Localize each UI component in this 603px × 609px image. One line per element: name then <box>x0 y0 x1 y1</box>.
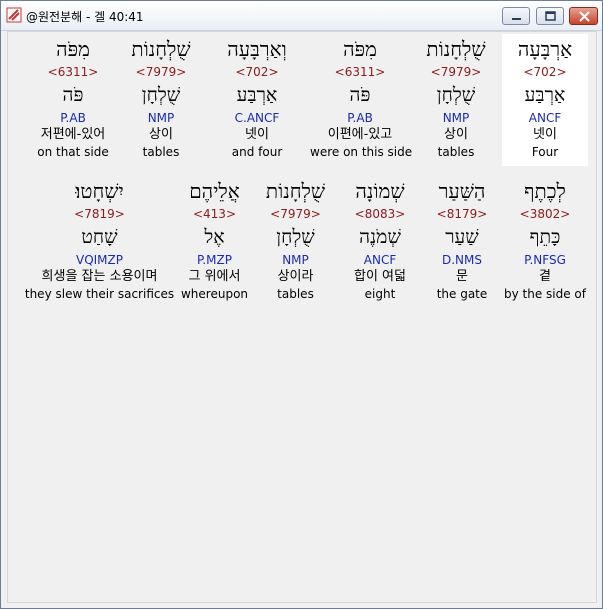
korean-gloss: 상이라 <box>277 269 314 284</box>
morphology-code: NMP <box>147 111 175 125</box>
morphology-code: P.AB <box>60 111 86 125</box>
english-gloss: whereupon <box>180 287 249 301</box>
hebrew-word: לְכֶתֶף <box>524 179 566 203</box>
english-gloss: the gate <box>436 287 488 301</box>
strong-number[interactable]: <7979> <box>253 206 338 222</box>
korean-gloss: 이편에-있고 <box>327 127 393 142</box>
hebrew-word: מִפֹּה <box>343 37 377 61</box>
word-column[interactable]: אַרְבָּעָה <702> אַרְבַּע ANCF 넷이 Four <box>502 34 588 166</box>
close-button[interactable] <box>569 7 598 25</box>
english-gloss: eight <box>364 287 396 301</box>
morphology-code: P.NFSG <box>524 253 566 267</box>
title-bar[interactable]: @원전분해 - 겔 40:41 <box>1 1 602 31</box>
close-icon <box>579 11 590 22</box>
morphology-code: ANCF <box>363 253 397 267</box>
morphology-code: D.NMS <box>441 253 482 267</box>
lexical-form: אֶל <box>204 226 225 248</box>
hebrew-word: שְׁמוֹנָה <box>355 179 405 203</box>
strong-number[interactable]: <6311> <box>28 64 118 80</box>
strong-number[interactable]: <8083> <box>338 206 422 222</box>
english-gloss: tables <box>142 145 180 159</box>
korean-gloss: 합이 여덟 <box>354 269 406 284</box>
word-column[interactable]: אֲלֵיהֶם <413> אֶל P.MZP 그 위에서 whereupon <box>176 176 253 308</box>
strong-number[interactable]: <3802> <box>502 206 588 222</box>
verse-analysis-panel: אַרְבָּעָה <702> אַרְבַּע ANCF 넷이 Four שֻׁלְחָ… <box>7 31 597 603</box>
word-column[interactable]: שֻׁלְחָנוֹת <7979> שֻׁלְחָן NMP 상이 tables <box>118 34 204 166</box>
english-gloss: and four <box>231 145 283 159</box>
strong-number[interactable]: <7979> <box>118 64 204 80</box>
strong-number[interactable]: <413> <box>176 206 253 222</box>
lexical-form: שָׁחַט <box>81 226 118 248</box>
strong-number[interactable]: <702> <box>502 64 588 80</box>
morphology-code: NMP <box>282 253 309 267</box>
korean-gloss: 넷이 <box>533 127 557 142</box>
morphology-code: C.ANCF <box>234 111 280 125</box>
lexical-form: אַרְבַּע <box>236 84 278 106</box>
english-gloss: tables <box>437 145 475 159</box>
hebrew-word: שֻׁלְחָנוֹת <box>265 179 326 203</box>
english-gloss: tables <box>277 287 314 301</box>
korean-gloss: 문 <box>456 269 468 284</box>
hebrew-word: הַשַּׁעַר <box>438 179 486 203</box>
maximize-icon <box>545 11 556 21</box>
lexical-form: פֹּה <box>62 84 84 106</box>
morphology-code: VQIMZP <box>75 253 123 267</box>
korean-gloss: 상이 <box>444 127 468 142</box>
word-column[interactable]: מִפֹּה <6311> פֹּה P.AB 저편에-있어 on that side <box>28 34 118 166</box>
english-gloss: on that side <box>37 145 109 159</box>
korean-gloss: 곁 <box>539 269 551 284</box>
lexical-form: שַׁעַר <box>445 226 479 248</box>
lexical-form: שֻׁלְחָן <box>436 84 476 106</box>
strong-number[interactable]: <7979> <box>410 64 502 80</box>
korean-gloss: 그 위에서 <box>188 269 241 284</box>
word-column[interactable]: הַשַּׁעַר <8179> שַׁעַר D.NMS 문 the gate <box>422 176 502 308</box>
english-gloss: they slew their sacrifices <box>24 287 175 301</box>
morphology-code: P.MZP <box>197 253 232 267</box>
strong-number[interactable]: <7819> <box>23 206 176 222</box>
lexical-form: שֻׁלְחָן <box>141 84 181 106</box>
minimize-icon <box>512 18 521 20</box>
hebrew-word: שֻׁלְחָנוֹת <box>131 37 191 61</box>
strong-number[interactable]: <6311> <box>310 64 410 80</box>
word-column[interactable]: שֻׁלְחָנוֹת <7979> שֻׁלְחָן NMP 상이라 tables <box>253 176 338 308</box>
word-column[interactable]: שֻׁלְחָנוֹת <7979> שֻׁלְחָן NMP 상이 tables <box>410 34 502 166</box>
korean-gloss: 상이 <box>149 127 173 142</box>
maximize-button[interactable] <box>536 7 564 25</box>
korean-gloss: 넷이 <box>245 127 269 142</box>
minimize-button[interactable] <box>502 7 530 25</box>
app-window: @원전분해 - 겔 40:41 אַרְבָּעָה <702> אַרְבַּע A… <box>0 0 603 609</box>
korean-gloss: 희생을 잡는 소용이며 <box>41 269 158 284</box>
morphology-code: NMP <box>442 111 470 125</box>
morphology-code: P.AB <box>347 111 373 125</box>
strong-number[interactable]: <8179> <box>422 206 502 222</box>
hebrew-word: שֻׁלְחָנוֹת <box>426 37 486 61</box>
lexical-form: שְׁמֹנֶה <box>359 226 401 248</box>
app-icon <box>6 7 22 23</box>
word-column[interactable]: מִפֹּה <6311> פֹּה P.AB 이편에-있고 were on this s… <box>310 34 413 166</box>
word-column[interactable]: שְׁמוֹנָה <8083> שְׁמֹנֶה ANCF 합이 여덟 eight <box>338 176 422 308</box>
morphology-code: ANCF <box>528 111 562 125</box>
word-column[interactable]: לְכֶתֶף <3802> כָּתֵף P.NFSG 곁 by the side of <box>502 176 588 308</box>
word-column[interactable]: וְאַרְבָּעָה <702> אַרְבַּע C.ANCF 넷이 and fou… <box>204 34 310 166</box>
lexical-form: אַרְבַּע <box>524 84 566 106</box>
lexical-form: שֻׁלְחָן <box>276 226 315 248</box>
english-gloss: by the side of <box>503 287 586 301</box>
hebrew-word: אַרְבָּעָה <box>517 37 573 61</box>
lexical-form: פֹּה <box>349 84 371 106</box>
hebrew-word: אֲלֵיהֶם <box>189 179 240 203</box>
lexical-form: כָּתֵף <box>529 226 561 248</box>
korean-gloss: 저편에-있어 <box>40 127 106 142</box>
english-gloss: Four <box>531 145 559 159</box>
english-gloss: were on this side <box>310 145 413 159</box>
hebrew-word: וְאַרְבָּעָה <box>227 37 287 61</box>
word-column[interactable]: יִשְׁחָטוּ׃ <7819> שָׁחַט VQIMZP 희생을 잡는 소용이며… <box>23 176 176 308</box>
hebrew-word: מִפֹּה <box>56 37 90 61</box>
strong-number[interactable]: <702> <box>204 64 310 80</box>
hebrew-word: יִשְׁחָטוּ׃ <box>75 179 124 203</box>
window-title: @원전분해 - 겔 40:41 <box>26 10 144 24</box>
